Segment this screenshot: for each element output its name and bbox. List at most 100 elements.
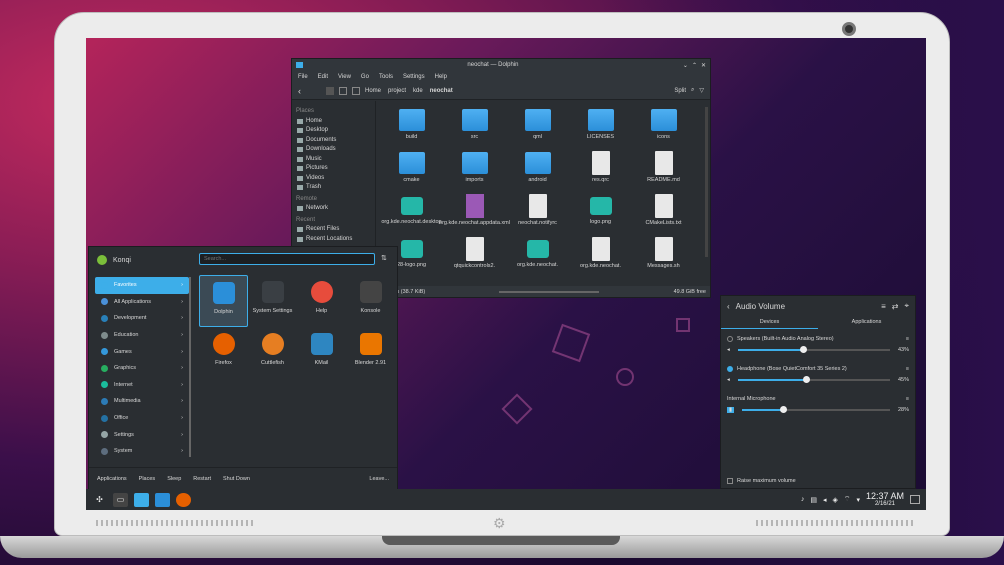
app-firefox[interactable]: Firefox [199, 327, 248, 379]
app-konsole[interactable]: Konsole [346, 275, 395, 327]
clipboard-icon[interactable]: ▤ [810, 496, 817, 504]
file-item[interactable]: logo.png [569, 191, 632, 234]
clock[interactable]: 12:37 AM 2/16/21 [866, 491, 904, 508]
discover-icon[interactable] [134, 492, 149, 507]
breadcrumb-home[interactable]: Home [365, 88, 381, 94]
category-all-applications[interactable]: All Applications › [95, 294, 189, 311]
category-development[interactable]: Development › [95, 310, 189, 327]
place-recent-files[interactable]: Recent Files [296, 225, 371, 235]
file-item[interactable]: org.kde.neochat.desktop [380, 191, 443, 234]
speaker-icon[interactable]: ◂ [727, 347, 730, 353]
category-favorites[interactable]: Favorites › [95, 277, 189, 294]
default-radio[interactable] [727, 335, 733, 342]
file-item[interactable]: res.qrc [569, 148, 632, 191]
category-graphics[interactable]: Graphics › [95, 360, 189, 377]
tab-devices[interactable]: Devices [721, 316, 818, 329]
category-system[interactable]: System › [95, 443, 189, 460]
default-radio[interactable] [727, 365, 733, 372]
place-downloads[interactable]: Downloads [296, 145, 371, 155]
kdeconnect-icon[interactable]: ◈ [832, 496, 837, 504]
terminal-icon[interactable]: ▭ [113, 492, 128, 507]
category-internet[interactable]: Internet › [95, 377, 189, 394]
restart-button[interactable]: Restart [193, 476, 211, 482]
minimize-icon[interactable]: ⌄ [683, 62, 688, 69]
app-cuttlefish[interactable]: Cuttlefish [248, 327, 297, 379]
device-menu-icon[interactable]: ≡ [906, 366, 909, 372]
menu-view[interactable]: View [338, 74, 351, 80]
compact-view-icon[interactable] [339, 86, 347, 95]
menu-settings[interactable]: Settings [403, 74, 425, 80]
mic-slider[interactable] [742, 405, 890, 413]
filter-icon[interactable]: ▽ [699, 87, 704, 94]
breadcrumb-kde[interactable]: kde [413, 88, 423, 94]
category-multimedia[interactable]: Multimedia › [95, 393, 189, 410]
leave-button[interactable]: Leave... [369, 476, 389, 482]
app-kmail[interactable]: KMail [297, 327, 346, 379]
menu-go[interactable]: Go [361, 74, 369, 80]
place-music[interactable]: Music [296, 155, 371, 165]
device-menu-icon[interactable]: ≡ [906, 336, 909, 342]
file-item[interactable]: org.kde.neochat. [569, 234, 632, 277]
place-videos[interactable]: Videos [296, 174, 371, 184]
maximize-icon[interactable]: ⌃ [692, 62, 697, 69]
file-item[interactable]: android [506, 148, 569, 191]
file-item[interactable]: cmake [380, 148, 443, 191]
back-icon[interactable]: ‹ [727, 302, 730, 311]
category-settings[interactable]: Settings › [95, 426, 189, 443]
raise-max-checkbox[interactable] [727, 478, 733, 484]
file-item[interactable]: Messages.sh [632, 234, 695, 277]
file-item[interactable]: org.kde.neochat. [506, 234, 569, 277]
file-item[interactable]: README.md [632, 148, 695, 191]
split-button[interactable]: Split [674, 88, 686, 94]
breadcrumb-neochat[interactable]: neochat [430, 88, 453, 94]
zoom-slider[interactable] [499, 290, 600, 293]
place-home[interactable]: Home [296, 117, 371, 127]
show-desktop-icon[interactable] [910, 495, 920, 504]
category-office[interactable]: Office › [95, 410, 189, 427]
icons-view-icon[interactable] [326, 86, 334, 95]
applications-tab[interactable]: Applications [97, 476, 127, 482]
file-item[interactable]: qml [506, 105, 569, 148]
file-item[interactable]: neochat.notifyrc [506, 191, 569, 234]
file-item[interactable]: org.kde.neochat.appdata.xml [439, 191, 510, 234]
place-documents[interactable]: Documents [296, 136, 371, 146]
expand-tray-icon[interactable]: ▾ [856, 496, 860, 504]
details-view-icon[interactable] [352, 86, 360, 95]
menu-edit[interactable]: Edit [318, 74, 328, 80]
menu-help[interactable]: Help [435, 74, 447, 80]
pin-icon[interactable]: ⇅ [381, 254, 387, 262]
close-icon[interactable]: ✕ [701, 62, 706, 69]
sleep-button[interactable]: Sleep [167, 476, 181, 482]
back-icon[interactable]: ‹ [298, 86, 301, 96]
search-icon[interactable]: ⌕ [691, 87, 694, 94]
place-recent-locations[interactable]: Recent Locations [296, 235, 371, 245]
app-system-settings[interactable]: System Settings [248, 275, 297, 327]
file-item[interactable]: build [380, 105, 443, 148]
file-item[interactable]: CMakeLists.txt [632, 191, 695, 234]
kde-launcher-icon[interactable]: ✣ [92, 493, 107, 507]
volume-icon[interactable]: ◂ [823, 496, 827, 504]
shutdown-button[interactable]: Shut Down [223, 476, 250, 482]
menu-icon[interactable]: ≡ [881, 302, 886, 311]
file-item[interactable]: qtquickcontrols2. [443, 234, 506, 277]
title-bar[interactable]: neochat — Dolphin ⌄ ⌃ ✕ [292, 59, 710, 71]
app-dolphin[interactable]: Dolphin [199, 275, 248, 327]
place-pictures[interactable]: Pictures [296, 164, 371, 174]
file-item[interactable]: src [443, 105, 506, 148]
place-network[interactable]: Network [296, 204, 371, 214]
category-education[interactable]: Education › [95, 327, 189, 344]
app-blender-2-91[interactable]: Blender 2.91 [346, 327, 395, 379]
pin-icon[interactable]: ⌖ [904, 301, 909, 311]
file-item[interactable]: imports [443, 148, 506, 191]
microphone-icon[interactable]: ▮ [727, 406, 735, 413]
breadcrumb-project[interactable]: project [388, 88, 406, 94]
notification-icon[interactable]: ♪ [801, 496, 805, 503]
file-item[interactable]: icons [632, 105, 695, 148]
category-games[interactable]: Games › [95, 343, 189, 360]
dolphin-task-icon[interactable] [155, 492, 170, 507]
place-trash[interactable]: Trash [296, 183, 371, 193]
menu-tools[interactable]: Tools [379, 74, 393, 80]
volume-slider[interactable] [737, 375, 890, 383]
file-item[interactable]: LICENSES [569, 105, 632, 148]
avatar[interactable] [97, 255, 107, 265]
